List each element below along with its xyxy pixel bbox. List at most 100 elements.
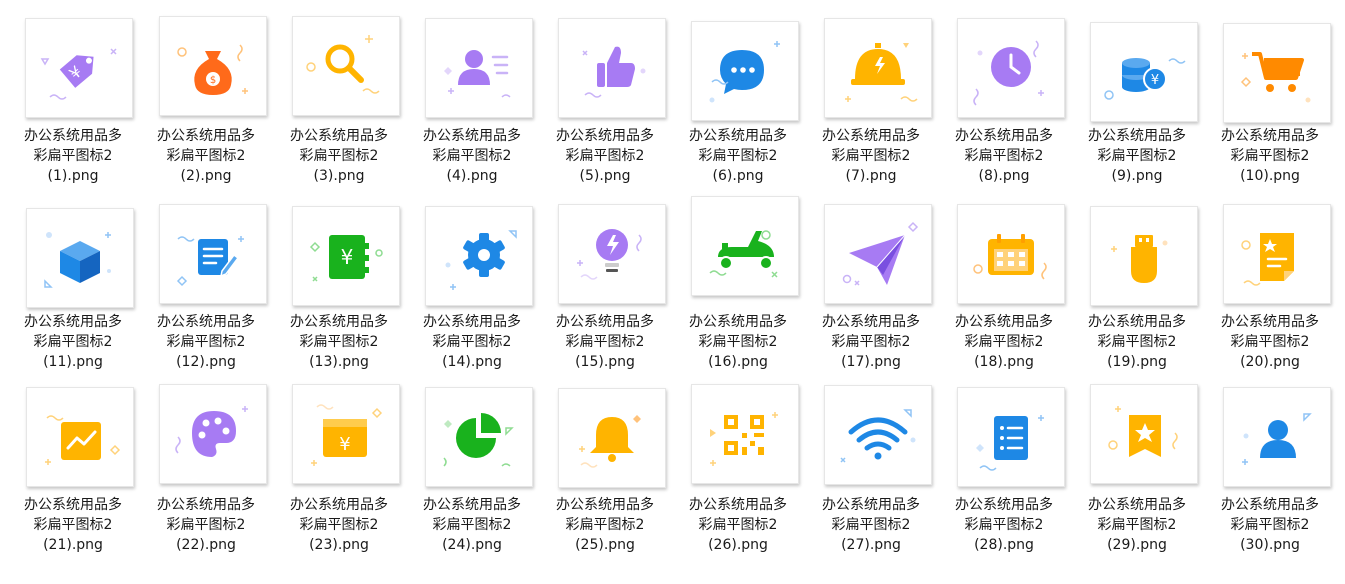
list-document-icon <box>958 388 1064 486</box>
file-thumbnail[interactable] <box>691 196 799 296</box>
file-thumbnail[interactable] <box>292 16 400 116</box>
file-item[interactable]: 办公系统用品多 彩扁平图标2 (6).png <box>665 18 799 198</box>
note-pencil-icon <box>160 205 266 303</box>
file-item[interactable]: 办公系统用品多 彩扁平图标2 (25).png <box>532 387 666 567</box>
wifi-icon <box>825 386 931 484</box>
file-item[interactable]: 办公系统用品多 彩扁平图标2 (28).png <box>931 387 1065 567</box>
bell-icon <box>559 389 665 487</box>
file-item[interactable]: 办公系统用品多 彩扁平图标2 (15).png <box>532 204 666 384</box>
file-item[interactable]: 办公系统用品多 彩扁平图标2 (4).png <box>399 18 533 198</box>
magnifier-icon <box>293 17 399 115</box>
file-thumbnail[interactable]: ¥ <box>292 384 400 484</box>
clock-icon <box>958 19 1064 117</box>
file-item[interactable]: ¥ 办公系统用品多 彩扁平图标2 (1).png <box>0 18 133 198</box>
file-thumbnail[interactable] <box>957 204 1065 304</box>
file-item[interactable]: ¥ 办公系统用品多 彩扁平图标2 (9).png <box>1064 18 1198 198</box>
file-thumbnail[interactable] <box>1223 23 1331 123</box>
line-chart-icon <box>27 388 133 486</box>
file-item[interactable]: 办公系统用品多 彩扁平图标2 (21).png <box>0 387 134 567</box>
file-item[interactable]: 办公系统用品多 彩扁平图标2 (29).png <box>1064 384 1198 567</box>
file-name-line3: (30).png <box>1240 537 1300 553</box>
file-thumbnail[interactable] <box>1223 204 1331 304</box>
file-name-line1: 办公系统用品多 <box>1221 128 1319 144</box>
palette-icon <box>160 385 266 483</box>
file-item[interactable]: 办公系统用品多 彩扁平图标2 (11).png <box>0 204 134 384</box>
file-thumbnail[interactable] <box>691 21 799 121</box>
file-thumbnail[interactable] <box>957 18 1065 118</box>
file-name-line1: 办公系统用品多 <box>1221 314 1319 330</box>
file-item[interactable]: 办公系统用品多 彩扁平图标2 (16).png <box>665 196 799 384</box>
qr-code-icon <box>692 385 798 483</box>
file-name-line3: (20).png <box>1240 354 1300 370</box>
light-bulb-icon <box>559 205 665 303</box>
file-thumbnail[interactable]: ¥ <box>292 206 400 306</box>
svg-text:¥: ¥ <box>341 245 354 269</box>
file-item[interactable]: 办公系统用品多 彩扁平图标2 (8).png <box>931 18 1065 198</box>
file-item[interactable]: 办公系统用品多 彩扁平图标2 (26).png <box>665 384 799 567</box>
star-bookmark-icon <box>1091 385 1197 483</box>
file-item[interactable]: 办公系统用品多 彩扁平图标2 (10).png <box>1197 18 1331 198</box>
calendar-icon <box>958 205 1064 303</box>
chat-bubble-icon <box>692 22 798 120</box>
file-thumbnail[interactable] <box>26 208 134 308</box>
pie-chart-icon <box>426 388 532 486</box>
cube-box-icon <box>27 209 133 307</box>
file-thumbnail-grid: ¥ 办公系统用品多 彩扁平图标2 (1).png $ 办公系统用品多 彩扁平图标2 (2… <box>0 0 1345 584</box>
file-name: 办公系统用品多 彩扁平图标2 (30).png <box>1190 495 1345 555</box>
file-thumbnail[interactable] <box>691 384 799 484</box>
file-item[interactable]: 办公系统用品多 彩扁平图标2 (22).png <box>133 384 267 567</box>
file-thumbnail[interactable] <box>1090 384 1198 484</box>
file-thumbnail[interactable] <box>425 387 533 487</box>
file-thumbnail[interactable] <box>26 387 134 487</box>
svg-text:¥: ¥ <box>339 434 350 455</box>
file-name-line2: 彩扁平图标2 <box>1230 334 1310 350</box>
file-item[interactable]: 办公系统用品多 彩扁平图标2 (17).png <box>798 204 932 384</box>
file-thumbnail[interactable] <box>159 204 267 304</box>
thumbs-up-icon <box>559 19 665 117</box>
file-item[interactable]: 办公系统用品多 彩扁平图标2 (12).png <box>133 204 267 384</box>
file-thumbnail[interactable] <box>1090 206 1198 306</box>
wallet-yuan-icon: ¥ <box>293 385 399 483</box>
shopping-cart-icon <box>1224 24 1330 122</box>
file-item[interactable]: ¥ 办公系统用品多 彩扁平图标2 (13).png <box>266 204 400 384</box>
file-item[interactable]: 办公系统用品多 彩扁平图标2 (19).png <box>1064 204 1198 384</box>
file-thumbnail[interactable] <box>425 18 533 118</box>
document-star-icon <box>1224 205 1330 303</box>
file-thumbnail[interactable]: ¥ <box>25 18 133 118</box>
file-item[interactable]: 办公系统用品多 彩扁平图标2 (7).png <box>798 18 932 198</box>
coins-yuan-icon: ¥ <box>1091 23 1197 121</box>
file-name-line2: 彩扁平图标2 <box>1230 517 1310 533</box>
file-name-line1: 办公系统用品多 <box>1221 497 1319 513</box>
file-thumbnail[interactable] <box>425 206 533 306</box>
user-avatar-icon <box>1224 388 1330 486</box>
file-thumbnail[interactable] <box>824 204 932 304</box>
file-item[interactable]: 办公系统用品多 彩扁平图标2 (20).png <box>1197 204 1331 384</box>
file-thumbnail[interactable]: $ <box>159 16 267 116</box>
file-item[interactable]: 办公系统用品多 彩扁平图标2 (30).png <box>1197 387 1331 567</box>
file-item[interactable]: 办公系统用品多 彩扁平图标2 (27).png <box>798 385 932 567</box>
file-thumbnail[interactable] <box>824 18 932 118</box>
user-list-icon <box>426 19 532 117</box>
file-thumbnail[interactable] <box>957 387 1065 487</box>
file-item[interactable]: 办公系统用品多 彩扁平图标2 (5).png <box>532 18 666 198</box>
service-bell-icon <box>825 19 931 117</box>
scooter-icon <box>692 197 798 295</box>
file-thumbnail[interactable] <box>1223 387 1331 487</box>
file-name-line2: 彩扁平图标2 <box>1230 148 1310 164</box>
file-item[interactable]: 办公系统用品多 彩扁平图标2 (18).png <box>931 204 1065 384</box>
file-thumbnail[interactable] <box>558 18 666 118</box>
file-thumbnail[interactable] <box>558 204 666 304</box>
usb-drive-icon <box>1091 207 1197 305</box>
file-thumbnail[interactable] <box>824 385 932 485</box>
file-item[interactable]: ¥ 办公系统用品多 彩扁平图标2 (23).png <box>266 384 400 567</box>
paper-plane-icon <box>825 205 931 303</box>
file-item[interactable]: 办公系统用品多 彩扁平图标2 (14).png <box>399 204 533 384</box>
file-name: 办公系统用品多 彩扁平图标2 (20).png <box>1190 312 1345 372</box>
file-thumbnail[interactable] <box>558 388 666 488</box>
file-item[interactable]: $ 办公系统用品多 彩扁平图标2 (2).png <box>133 16 267 198</box>
money-bag-icon: $ <box>160 17 266 115</box>
file-item[interactable]: 办公系统用品多 彩扁平图标2 (24).png <box>399 387 533 567</box>
file-thumbnail[interactable] <box>159 384 267 484</box>
file-thumbnail[interactable]: ¥ <box>1090 22 1198 122</box>
file-item[interactable]: 办公系统用品多 彩扁平图标2 (3).png <box>266 16 400 198</box>
